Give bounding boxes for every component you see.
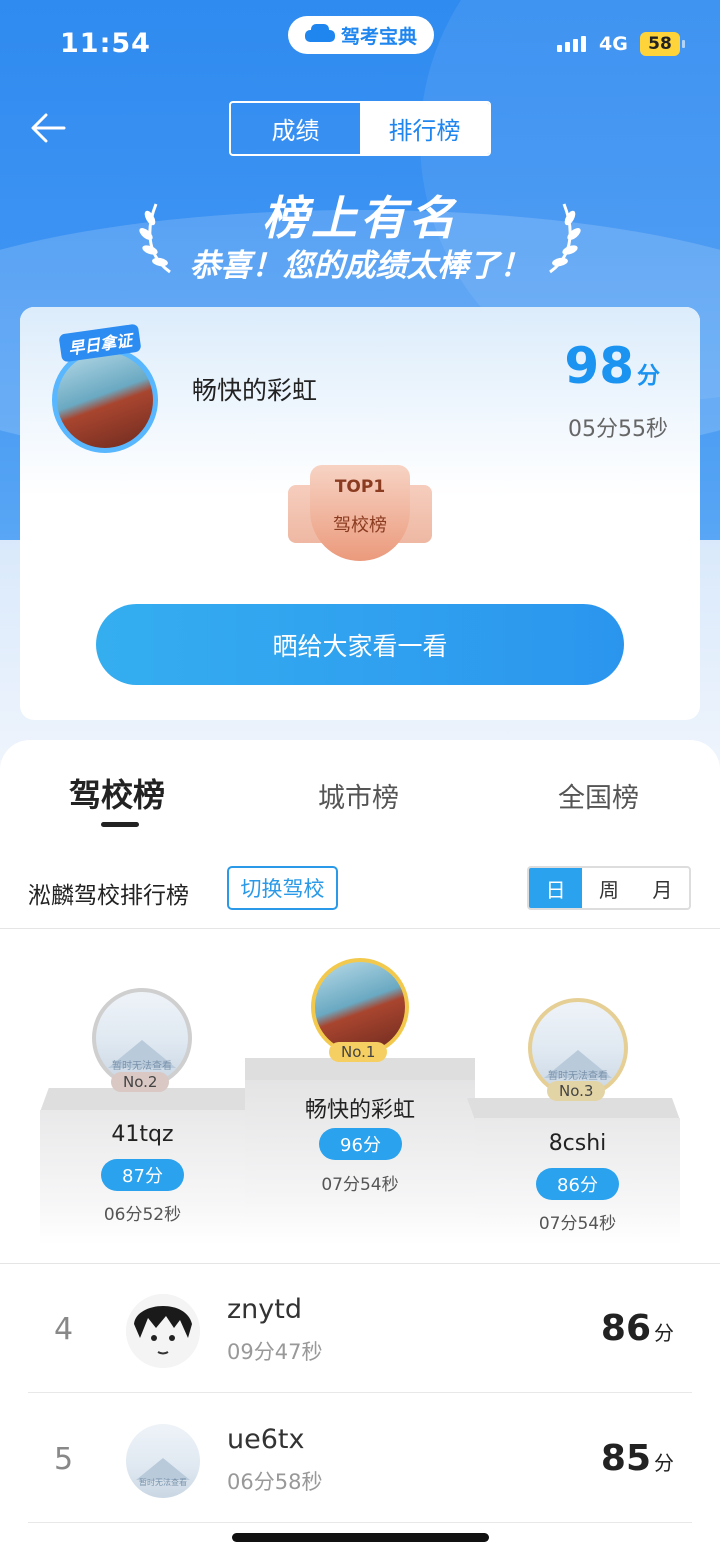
medal-badge: TOP1 驾校榜: [288, 465, 432, 565]
car-icon: [304, 24, 335, 46]
medal-rank: TOP1: [334, 477, 386, 497]
banner-subtitle: 恭喜！您的成绩太棒了！: [189, 248, 531, 284]
podium-score-2: 87分: [101, 1159, 184, 1191]
school-title: 淞麟驾校排行榜: [28, 883, 189, 909]
active-tab-indicator: [101, 822, 139, 827]
rank-badge-3: No.3: [547, 1081, 606, 1101]
signal-icon: [557, 34, 586, 52]
tab-ranking[interactable]: 排行榜: [360, 103, 489, 154]
podium-time-3: 07分54秒: [538, 1214, 617, 1234]
my-score: 98 分: [564, 337, 660, 395]
banner-title: 榜上有名: [262, 191, 458, 245]
medal-label: 驾校榜: [333, 515, 387, 536]
home-indicator: [232, 1533, 489, 1542]
app-badge: 驾考宝典: [288, 16, 434, 54]
my-avatar: [52, 347, 158, 453]
tab-school-board[interactable]: 驾校榜: [69, 770, 165, 816]
period-week[interactable]: 周: [582, 868, 635, 908]
list-rank: 5: [54, 1442, 74, 1477]
my-score-value: 98: [564, 337, 634, 395]
podium-name-3: 8cshi: [548, 1131, 607, 1156]
rank-badge-2: No.2: [111, 1072, 170, 1092]
list-time: 06分58秒: [227, 1470, 323, 1494]
rank-badge-1: No.1: [329, 1042, 388, 1062]
podium: 暂时无法查看 No.2 41tqz 87分 06分52秒 No.1 畅快的彩虹 …: [0, 930, 720, 1260]
tab-national-board[interactable]: 全国榜: [558, 776, 639, 815]
app-badge-label: 驾考宝典: [340, 25, 417, 48]
school-bar: 淞麟驾校排行榜 切换驾校 日 周 月: [0, 866, 720, 930]
podium-score-3: 86分: [536, 1168, 619, 1200]
list-avatar: 暂时无法查看: [126, 1424, 200, 1498]
back-arrow-icon[interactable]: [30, 112, 66, 144]
podium-name-1: 畅快的彩虹: [304, 1098, 415, 1123]
header-segment: 成绩 排行榜: [229, 101, 491, 156]
podium-score-1: 96分: [319, 1128, 402, 1160]
list-name: ue6tx: [227, 1424, 305, 1455]
switch-school-button[interactable]: 切换驾校: [227, 866, 338, 910]
list-time: 09分47秒: [227, 1340, 323, 1364]
list-score: 86 分: [600, 1308, 674, 1349]
list-item[interactable]: 4 znytd 09分47秒 86 分: [28, 1264, 692, 1393]
tab-city-board[interactable]: 城市榜: [318, 776, 399, 815]
podium-name-2: 41tqz: [111, 1122, 174, 1147]
battery-icon: 58: [640, 32, 680, 56]
my-name: 畅快的彩虹: [192, 376, 318, 405]
period-month[interactable]: 月: [636, 868, 689, 908]
list-score: 85 分: [600, 1438, 674, 1479]
share-button[interactable]: 晒给大家看一看: [96, 604, 624, 685]
list-name: znytd: [227, 1294, 302, 1325]
tab-score[interactable]: 成绩: [231, 103, 360, 154]
network-type: 4G: [599, 33, 628, 55]
list-rank: 4: [54, 1312, 74, 1347]
podium-time-1: 07分54秒: [321, 1175, 399, 1195]
list-avatar: [126, 1294, 200, 1368]
my-result-card: 早日拿证 畅快的彩虹 98 分 05分55秒 TOP1 驾校榜 晒给大家看一看: [20, 307, 700, 720]
my-score-unit: 分: [637, 363, 660, 389]
ranking-panel: 驾校榜 城市榜 全国榜 淞麟驾校排行榜 切换驾校 日 周 月 暂时无法查看 No…: [0, 740, 720, 1558]
status-time: 11:54: [60, 28, 151, 59]
list-item[interactable]: 5 暂时无法查看 ue6tx 06分58秒 85 分: [28, 1394, 692, 1523]
status-bar: 11:54 驾考宝典 4G 58: [0, 0, 720, 90]
period-toggle: 日 周 月: [527, 866, 691, 910]
period-day[interactable]: 日: [529, 868, 583, 908]
my-time: 05分55秒: [568, 417, 668, 442]
podium-time-2: 06分52秒: [103, 1205, 182, 1225]
